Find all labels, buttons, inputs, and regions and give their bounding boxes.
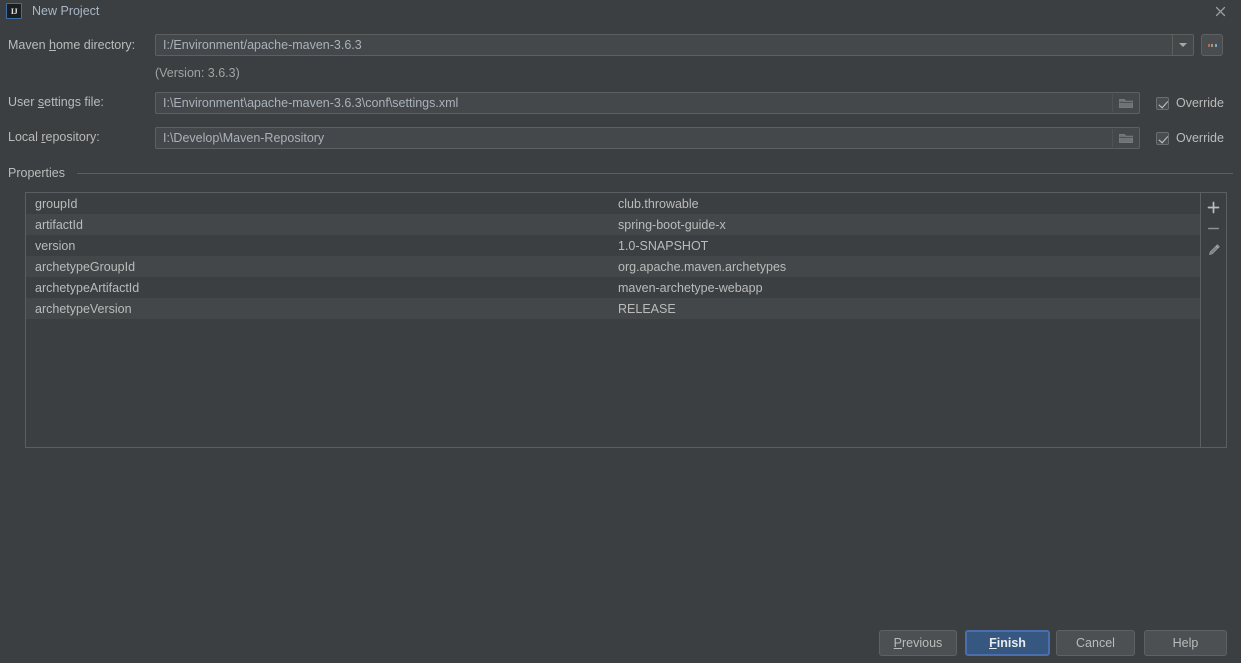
- table-row[interactable]: artifactId spring-boot-guide-x: [26, 214, 1200, 235]
- property-key: artifactId: [35, 217, 83, 232]
- local-repository-override-label: Override: [1176, 131, 1224, 145]
- table-row[interactable]: version 1.0-SNAPSHOT: [26, 235, 1200, 256]
- maven-home-label-post: ome directory:: [55, 38, 136, 52]
- local-repository-field[interactable]: I:\Develop\Maven-Repository: [155, 127, 1140, 149]
- user-settings-label-pre: User: [8, 95, 38, 109]
- property-key: archetypeGroupId: [35, 259, 136, 274]
- minus-icon: [1208, 227, 1219, 230]
- user-settings-value: I:\Environment\apache-maven-3.6.3\conf\s…: [163, 96, 459, 110]
- edit-property-button[interactable]: [1202, 239, 1226, 260]
- maven-home-label-pre: Maven: [8, 38, 49, 52]
- property-key: archetypeVersion: [35, 301, 132, 316]
- table-row[interactable]: groupId club.throwable: [26, 193, 1200, 214]
- ellipsis-icon: [1207, 43, 1217, 47]
- previous-button[interactable]: Previous: [879, 630, 957, 656]
- title-bar: IJ New Project: [0, 0, 1241, 22]
- maven-home-combobox[interactable]: I:/Environment/apache-maven-3.6.3: [155, 34, 1194, 56]
- property-value: org.apache.maven.archetypes: [618, 259, 787, 274]
- dialog-button-bar: Previous Finish Cancel Help: [0, 630, 1241, 658]
- help-button-label: Help: [1172, 636, 1199, 650]
- window-title: New Project: [32, 4, 100, 18]
- user-settings-browse-button[interactable]: [1112, 94, 1138, 112]
- maven-home-browse-button[interactable]: [1201, 34, 1223, 56]
- chevron-down-icon: [1179, 43, 1187, 47]
- table-row[interactable]: archetypeArtifactId maven-archetype-weba…: [26, 277, 1200, 298]
- previous-button-label: revious: [902, 636, 943, 650]
- close-button[interactable]: [1199, 0, 1241, 22]
- property-value: club.throwable: [618, 196, 699, 211]
- property-key: version: [35, 238, 76, 253]
- properties-group-title: Properties: [8, 166, 69, 180]
- local-repository-browse-button[interactable]: [1112, 129, 1138, 147]
- property-value: maven-archetype-webapp: [618, 280, 763, 295]
- user-settings-label-post: ettings file:: [44, 95, 104, 109]
- local-repository-override-checkbox[interactable]: Override: [1156, 127, 1224, 149]
- local-repository-label: Local repository:: [8, 126, 100, 148]
- local-repository-value: I:\Develop\Maven-Repository: [163, 131, 325, 145]
- properties-table[interactable]: groupId club.throwable artifactId spring…: [26, 193, 1200, 447]
- local-repository-label-pre: Local: [8, 130, 42, 144]
- remove-property-button[interactable]: [1202, 218, 1226, 239]
- folder-icon: [1118, 133, 1133, 143]
- plus-icon: [1207, 201, 1220, 214]
- pencil-icon: [1208, 243, 1220, 255]
- properties-group-divider: [77, 173, 1233, 174]
- checkbox-checked-icon: [1156, 96, 1169, 110]
- maven-home-dropdown-button[interactable]: [1172, 35, 1193, 55]
- properties-table-panel: groupId club.throwable artifactId spring…: [25, 192, 1227, 448]
- cancel-button[interactable]: Cancel: [1056, 630, 1135, 656]
- local-repository-label-post: epository:: [45, 130, 100, 144]
- user-settings-override-checkbox[interactable]: Override: [1156, 92, 1224, 114]
- finish-button-label: inish: [996, 636, 1026, 650]
- table-row[interactable]: archetypeGroupId org.apache.maven.archet…: [26, 256, 1200, 277]
- add-property-button[interactable]: [1202, 197, 1226, 218]
- maven-home-label-mnemonic: h: [49, 38, 56, 52]
- checkbox-checked-icon: [1156, 131, 1169, 145]
- maven-version-note: (Version: 3.6.3): [155, 66, 240, 80]
- finish-button[interactable]: Finish: [965, 630, 1050, 656]
- user-settings-field[interactable]: I:\Environment\apache-maven-3.6.3\conf\s…: [155, 92, 1140, 114]
- folder-icon: [1118, 98, 1133, 108]
- previous-button-mnemonic: P: [893, 636, 903, 650]
- close-icon: [1215, 6, 1225, 16]
- property-key: archetypeArtifactId: [35, 280, 140, 295]
- help-button[interactable]: Help: [1144, 630, 1227, 656]
- user-settings-label: User settings file:: [8, 91, 104, 113]
- table-row[interactable]: archetypeVersion RELEASE: [26, 298, 1200, 319]
- property-value: 1.0-SNAPSHOT: [618, 238, 709, 253]
- maven-home-value: I:/Environment/apache-maven-3.6.3: [163, 38, 362, 52]
- finish-button-mnemonic: F: [989, 636, 997, 650]
- cancel-button-label: Cancel: [1076, 636, 1115, 650]
- maven-home-label: Maven home directory:: [8, 34, 135, 56]
- property-value: spring-boot-guide-x: [618, 217, 726, 232]
- property-value: RELEASE: [618, 301, 676, 316]
- user-settings-override-label: Override: [1176, 96, 1224, 110]
- properties-table-toolbar: [1200, 193, 1226, 447]
- intellij-logo-icon: IJ: [6, 3, 22, 19]
- property-key: groupId: [35, 196, 78, 211]
